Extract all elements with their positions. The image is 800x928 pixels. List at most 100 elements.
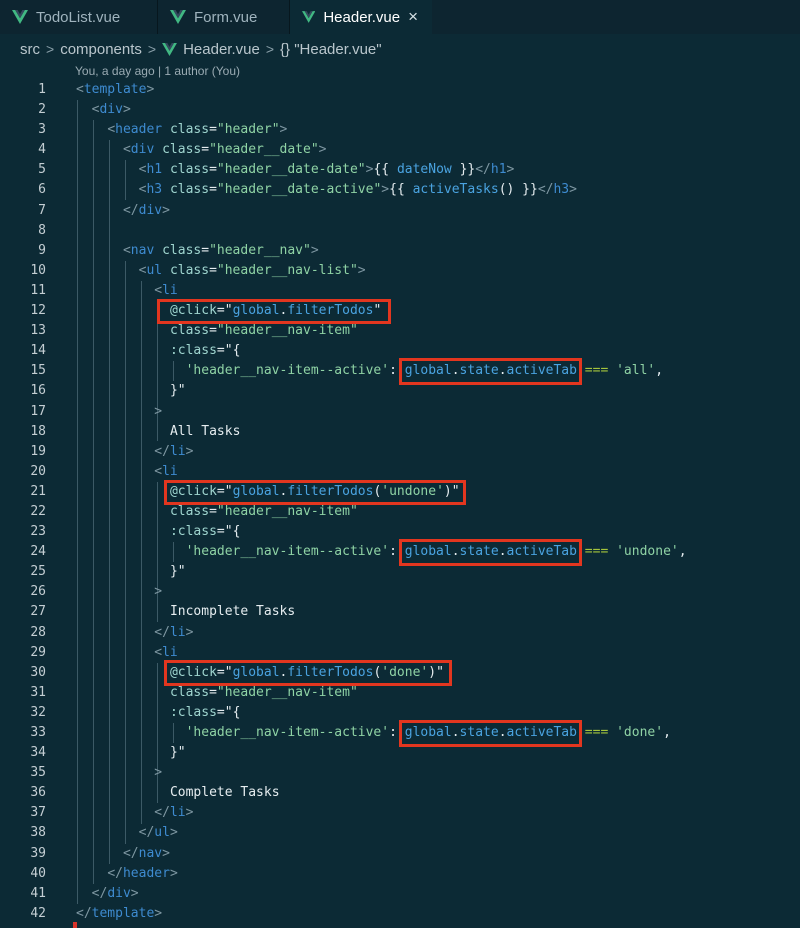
line-number: 34	[30, 745, 46, 761]
breadcrumb-components[interactable]: components	[60, 41, 142, 58]
code-line[interactable]: 26 >	[0, 582, 800, 602]
line-number: 39	[30, 845, 46, 861]
code-line[interactable]: 38 </ul>	[0, 823, 800, 843]
code-line[interactable]: 30 @click="global.filterTodos('done')"	[0, 663, 800, 683]
code-text: Incomplete Tasks	[169, 604, 296, 620]
code-line[interactable]: 42 </template>	[0, 904, 800, 924]
line-number: 21	[30, 483, 46, 499]
code-text: <ul class="header__nav-list">	[138, 262, 366, 278]
code-text: >	[154, 765, 163, 781]
line-number: 16	[30, 383, 46, 399]
code-text: <div class="header__date">	[122, 142, 327, 158]
code-line[interactable]: 37 </li>	[0, 803, 800, 823]
code-line[interactable]: 16 }"	[0, 381, 800, 401]
code-line[interactable]: 4 <div class="header__date">	[0, 140, 800, 160]
tab-todolist[interactable]: TodoList.vue	[0, 0, 158, 34]
code-line[interactable]: 11 <li	[0, 281, 800, 301]
code-text: <nav class="header__nav">	[122, 242, 319, 258]
code-line[interactable]: 19 </li>	[0, 442, 800, 462]
code-line[interactable]: 31 class="header__nav-item"	[0, 683, 800, 703]
code-line[interactable]: 9 <nav class="header__nav">	[0, 241, 800, 261]
code-text: :class="{	[169, 524, 241, 540]
code-line[interactable]: 34 }"	[0, 743, 800, 763]
line-number: 41	[30, 885, 46, 901]
close-icon[interactable]: ×	[408, 7, 418, 27]
code-text: <h3 class="header__date-active">{{ activ…	[138, 182, 577, 198]
code-line[interactable]: 14 :class="{	[0, 341, 800, 361]
tab-form[interactable]: Form.vue	[158, 0, 290, 34]
code-line[interactable]: 39 </nav>	[0, 844, 800, 864]
code-line[interactable]: 23 :class="{	[0, 522, 800, 542]
code-text: <li	[154, 644, 178, 660]
code-line[interactable]: 15 'header__nav-item--active': global.st…	[0, 361, 800, 381]
line-number: 27	[30, 604, 46, 620]
line-number: 37	[30, 805, 46, 821]
code-line[interactable]: 8	[0, 221, 800, 241]
code-line[interactable]: 35 >	[0, 763, 800, 783]
code-line[interactable]: 17 >	[0, 402, 800, 422]
code-line[interactable]: 36 Complete Tasks	[0, 783, 800, 803]
code-text: </header>	[107, 865, 178, 881]
breadcrumb-symbol[interactable]: {} "Header.vue"	[280, 41, 382, 58]
code-line[interactable]: 40 </header>	[0, 864, 800, 884]
code-line[interactable]: 33 'header__nav-item--active': global.st…	[0, 723, 800, 743]
code-text: </template>	[76, 905, 163, 921]
code-line[interactable]: 2 <div>	[0, 100, 800, 120]
tab-label: TodoList.vue	[36, 8, 121, 26]
code-line[interactable]: 28 </li>	[0, 623, 800, 643]
tab-label: Form.vue	[194, 8, 258, 26]
code-line[interactable]: 22 class="header__nav-item"	[0, 502, 800, 522]
line-number: 4	[38, 142, 46, 158]
code-text: Complete Tasks	[169, 785, 280, 801]
code-line[interactable]: 5 <h1 class="header__date-date">{{ dateN…	[0, 160, 800, 180]
code-line[interactable]: 18 All Tasks	[0, 422, 800, 442]
code-line[interactable]: 20 <li	[0, 462, 800, 482]
code-editor[interactable]: 1 <template> 2 <div> 3 <header class="heade…	[0, 80, 800, 924]
code-line[interactable]: 12 @click="global.filterTodos"	[0, 301, 800, 321]
breadcrumb-file[interactable]: Header.vue	[183, 41, 260, 58]
code-line[interactable]: 29 <li	[0, 643, 800, 663]
vue-icon	[162, 42, 178, 56]
code-text: @click="global.filterTodos('done')"	[169, 664, 444, 680]
git-blame-codelens[interactable]: You, a day ago | 1 author (You)	[75, 64, 240, 78]
code-line[interactable]: 21 @click="global.filterTodos('undone')"	[0, 482, 800, 502]
code-line[interactable]: 7 </div>	[0, 201, 800, 221]
line-number: 7	[38, 202, 46, 218]
code-line[interactable]: 41 </div>	[0, 884, 800, 904]
code-line[interactable]: 24 'header__nav-item--active': global.st…	[0, 542, 800, 562]
code-line[interactable]: 3 <header class="header">	[0, 120, 800, 140]
code-line[interactable]: 13 class="header__nav-item"	[0, 321, 800, 341]
code-text: class="header__nav-item"	[169, 503, 358, 519]
line-number: 3	[38, 122, 46, 138]
breadcrumb-src[interactable]: src	[20, 41, 40, 58]
code-text: </li>	[154, 443, 194, 459]
line-number: 19	[30, 443, 46, 459]
line-number: 17	[30, 403, 46, 419]
cursor-marker	[73, 922, 77, 928]
code-text: All Tasks	[169, 423, 241, 439]
tab-header[interactable]: Header.vue ×	[290, 0, 432, 34]
line-number: 36	[30, 785, 46, 801]
code-text: class="header__nav-item"	[169, 684, 358, 700]
code-text: }"	[169, 745, 186, 761]
code-text: @click="global.filterTodos"	[169, 303, 382, 319]
tab-bar-empty	[432, 0, 800, 34]
line-number: 9	[38, 242, 46, 258]
code-line[interactable]: 1 <template>	[0, 80, 800, 100]
code-text: >	[154, 403, 163, 419]
line-number: 40	[30, 865, 46, 881]
line-number: 2	[38, 102, 46, 118]
code-text: }"	[169, 564, 186, 580]
code-line[interactable]: 6 <h3 class="header__date-active">{{ act…	[0, 180, 800, 200]
line-number: 32	[30, 704, 46, 720]
line-number: 35	[30, 765, 46, 781]
code-line[interactable]: 32 :class="{	[0, 703, 800, 723]
line-number: 25	[30, 564, 46, 580]
line-number: 6	[38, 182, 46, 198]
code-text: </div>	[91, 885, 139, 901]
code-line[interactable]: 10 <ul class="header__nav-list">	[0, 261, 800, 281]
code-text: </div>	[122, 202, 170, 218]
code-line[interactable]: 27 Incomplete Tasks	[0, 602, 800, 622]
editor-tab-bar: TodoList.vue Form.vue Header.vue ×	[0, 0, 800, 34]
code-line[interactable]: 25 }"	[0, 562, 800, 582]
